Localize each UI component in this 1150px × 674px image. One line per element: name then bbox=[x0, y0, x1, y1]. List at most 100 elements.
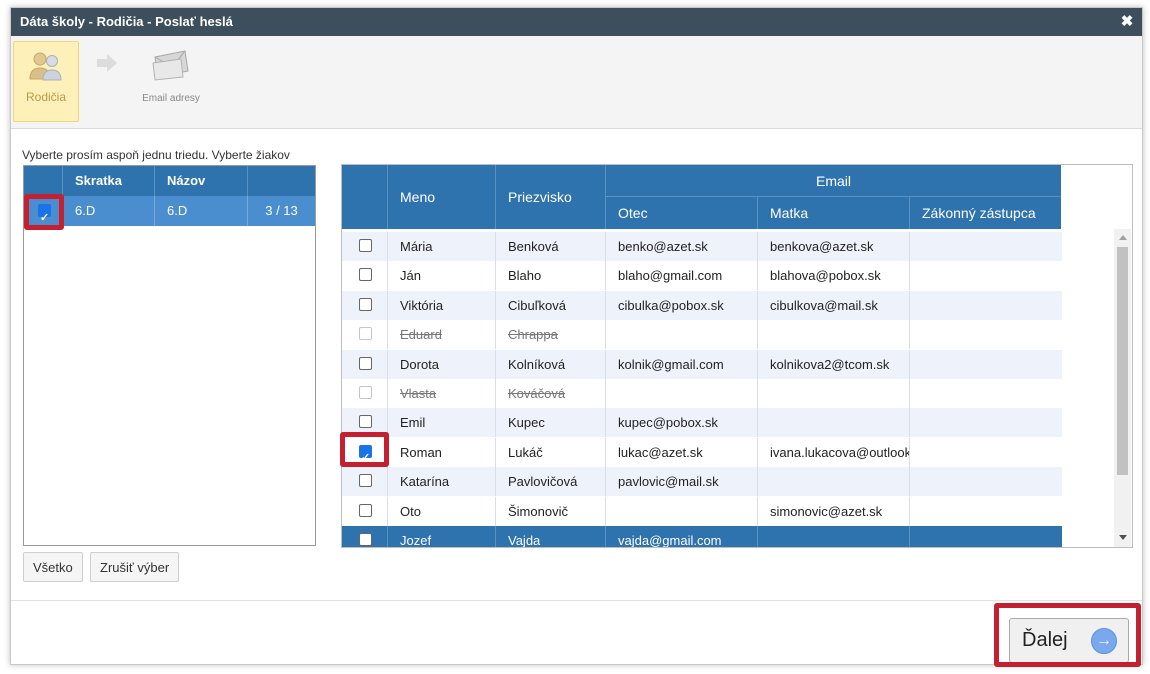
student-checkbox[interactable] bbox=[359, 503, 372, 517]
cell-checkbox[interactable] bbox=[342, 232, 387, 261]
cell-first-name: Emil bbox=[387, 408, 495, 438]
cell-guardian-email bbox=[909, 467, 1061, 497]
cell-last-name: Šimonovič bbox=[495, 496, 605, 526]
cell-guardian-email bbox=[909, 320, 1061, 350]
header-father-email[interactable]: Otec bbox=[605, 197, 757, 229]
header-guardian-email[interactable]: Zákonný zástupca bbox=[909, 197, 1061, 229]
cell-mother-email bbox=[757, 320, 909, 350]
scroll-thumb[interactable] bbox=[1117, 247, 1128, 475]
student-grid-scrollbar[interactable] bbox=[1114, 229, 1131, 547]
cell-last-name: Cibuľková bbox=[495, 290, 605, 320]
step-parents-label: Rodičia bbox=[25, 90, 67, 104]
student-row[interactable]: Viktória Cibuľková cibulka@pobox.sk cibulko… bbox=[342, 290, 1062, 320]
cell-father-email: benko@azet.sk bbox=[605, 232, 757, 261]
cell-checkbox[interactable] bbox=[342, 320, 387, 349]
cell-last-name: Lukáč bbox=[495, 437, 605, 467]
cell-father-email bbox=[605, 379, 757, 408]
student-row[interactable]: Mária Benková benko@azet.sk benkova@azet.sk bbox=[342, 232, 1062, 261]
cell-last-name: Vajda bbox=[495, 526, 605, 547]
cell-mother-email bbox=[757, 526, 909, 547]
cell-mother-email: cibulkova@mail.sk bbox=[757, 290, 909, 320]
student-row[interactable]: Ján Blaho blaho@gmail.com blahova@pobox.sk bbox=[342, 261, 1062, 291]
cell-guardian-email bbox=[909, 261, 1061, 291]
cell-father-email: kolnik@gmail.com bbox=[605, 349, 757, 379]
cell-guardian-email bbox=[909, 408, 1061, 438]
class-header-name[interactable]: Názov bbox=[154, 166, 247, 196]
class-grid: Skratka Názov 6.D 6.D 3 / 13 bbox=[23, 165, 316, 546]
class-grid-header: Skratka Názov bbox=[24, 166, 315, 196]
cell-first-name: Mária bbox=[387, 232, 495, 261]
header-first-name[interactable]: Meno bbox=[387, 165, 495, 229]
close-icon[interactable]: ✖ bbox=[1116, 8, 1138, 36]
cell-checkbox[interactable] bbox=[342, 467, 387, 496]
student-checkbox bbox=[359, 327, 372, 341]
student-row[interactable]: Dorota Kolníková kolnik@gmail.com kolnikova… bbox=[342, 349, 1062, 379]
header-email-group: Email bbox=[605, 165, 1061, 197]
clear-selection-button[interactable]: Zrušiť výber bbox=[90, 552, 180, 582]
dialog-titlebar: Dáta školy - Rodičia - Poslať heslá ✖ bbox=[11, 8, 1142, 36]
cell-checkbox[interactable] bbox=[342, 526, 387, 547]
student-row[interactable]: Eduard Chrappa bbox=[342, 320, 1062, 350]
wizard-toolbar: Rodičia Email adresy bbox=[11, 36, 1142, 129]
cell-mother-email: simonovic@azet.sk bbox=[757, 496, 909, 526]
header-last-name[interactable]: Priezvisko bbox=[495, 165, 605, 229]
cell-checkbox[interactable] bbox=[342, 291, 387, 320]
step-parents[interactable]: Rodičia bbox=[13, 41, 79, 122]
student-row[interactable]: Jozef Vajda vajda@gmail.com bbox=[342, 526, 1062, 547]
student-row[interactable]: Oto Šimonovič simonovic@azet.sk bbox=[342, 496, 1062, 526]
cell-father-email: lukac@azet.sk bbox=[605, 437, 757, 467]
class-row[interactable]: 6.D 6.D 3 / 13 bbox=[24, 196, 315, 233]
cell-first-name: Roman bbox=[387, 437, 495, 467]
class-header-checkbox-col bbox=[24, 166, 62, 196]
cell-checkbox[interactable] bbox=[342, 261, 387, 290]
cell-checkbox[interactable] bbox=[342, 379, 387, 408]
cell-mother-email: benkova@azet.sk bbox=[757, 232, 909, 261]
cell-first-name: Jozef bbox=[387, 526, 495, 547]
cell-father-email bbox=[605, 320, 757, 350]
class-header-count bbox=[247, 166, 315, 196]
class-header-shortcut[interactable]: Skratka bbox=[62, 166, 154, 196]
cell-mother-email bbox=[757, 467, 909, 497]
student-row[interactable]: Vlasta Kováčová bbox=[342, 379, 1062, 408]
scroll-down-icon[interactable] bbox=[1119, 535, 1127, 540]
cell-first-name: Oto bbox=[387, 496, 495, 526]
cell-guardian-email bbox=[909, 349, 1061, 379]
scroll-up-icon[interactable] bbox=[1119, 235, 1127, 240]
header-mother-email[interactable]: Matka bbox=[757, 197, 909, 229]
cell-last-name: Kolníková bbox=[495, 349, 605, 379]
cell-guardian-email bbox=[909, 379, 1061, 408]
student-row[interactable]: Katarína Pavlovičová pavlovic@mail.sk bbox=[342, 467, 1062, 497]
cell-father-email: blaho@gmail.com bbox=[605, 261, 757, 291]
cell-guardian-email bbox=[909, 232, 1061, 261]
footer-divider bbox=[11, 600, 1142, 601]
cell-first-name: Eduard bbox=[387, 320, 495, 350]
cell-mother-email bbox=[757, 408, 909, 438]
highlight-next-button bbox=[994, 603, 1141, 667]
cell-last-name: Pavlovičová bbox=[495, 467, 605, 497]
cell-last-name: Kováčová bbox=[495, 379, 605, 408]
student-checkbox[interactable] bbox=[359, 268, 372, 282]
student-grid-header: Meno Priezvisko Email Otec Matka Zákonný… bbox=[342, 165, 1061, 229]
cell-last-name: Blaho bbox=[495, 261, 605, 291]
cell-mother-email: blahova@pobox.sk bbox=[757, 261, 909, 291]
cell-checkbox[interactable] bbox=[342, 350, 387, 379]
cell-first-name: Vlasta bbox=[387, 379, 495, 408]
cell-father-email: vajda@gmail.com bbox=[605, 526, 757, 547]
student-checkbox[interactable] bbox=[359, 297, 372, 311]
student-checkbox[interactable] bbox=[359, 533, 372, 546]
student-checkbox[interactable] bbox=[359, 239, 372, 252]
cell-guardian-email bbox=[909, 496, 1061, 526]
student-row[interactable]: RomanLukáčlukac@azet.skivana.lukacova@ou… bbox=[342, 437, 1062, 467]
arrow-right-icon bbox=[97, 54, 117, 72]
student-checkbox[interactable] bbox=[359, 474, 372, 488]
select-all-button[interactable]: Všetko bbox=[23, 552, 83, 582]
student-checkbox[interactable] bbox=[359, 356, 372, 370]
cell-mother-email bbox=[757, 379, 909, 408]
class-row-count: 3 / 13 bbox=[247, 196, 315, 226]
step-email-addresses[interactable]: Email adresy bbox=[131, 41, 211, 121]
cell-father-email: pavlovic@mail.sk bbox=[605, 467, 757, 497]
cell-checkbox[interactable] bbox=[342, 497, 387, 526]
header-checkbox-col bbox=[342, 165, 387, 229]
student-checkbox[interactable] bbox=[359, 415, 372, 429]
student-row[interactable]: Emil Kupec kupec@pobox.sk bbox=[342, 408, 1062, 438]
